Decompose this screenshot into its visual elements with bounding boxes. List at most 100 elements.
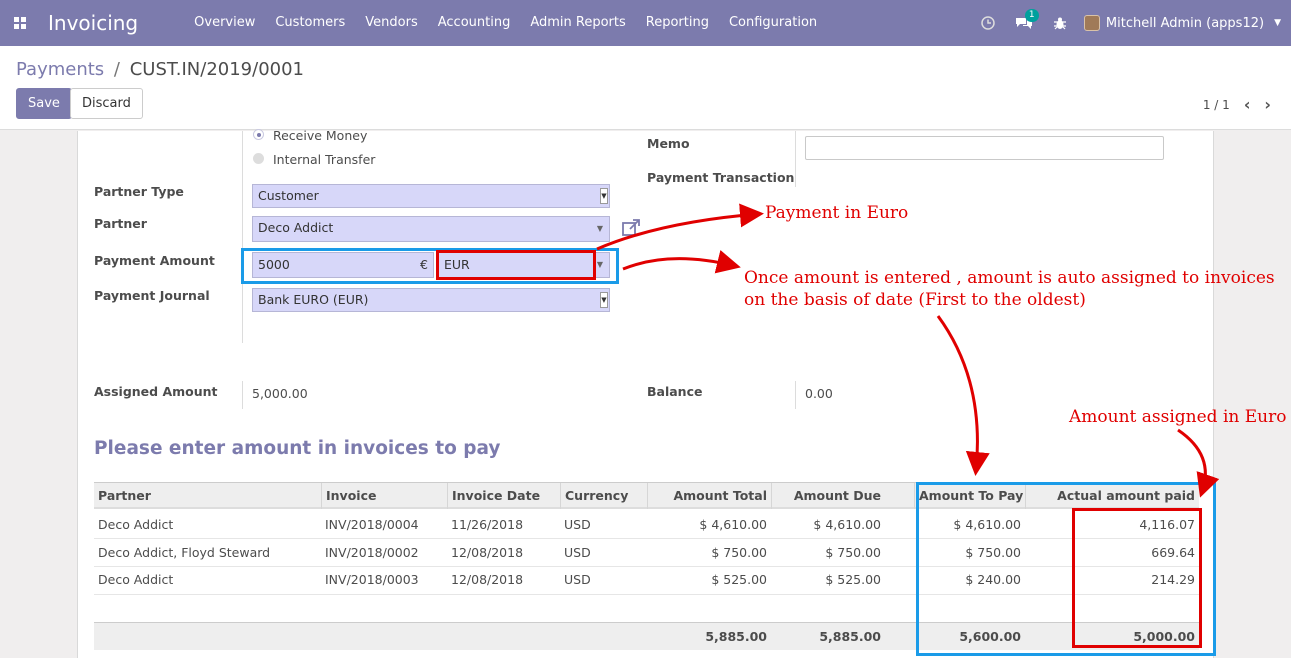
navbar-systray: 1 Mitchell Admin (apps12) ▼ [970, 0, 1291, 46]
annotation-amount-assigned: Amount assigned in Euro [1069, 407, 1287, 427]
pager-value: 1 / 1 [1202, 97, 1230, 112]
payment-transaction-label: Payment Transaction [647, 170, 795, 185]
dropdown-icon: ▼ [600, 292, 608, 308]
currency-select[interactable]: EUR ▼ [438, 252, 610, 278]
radio-internal-label: Internal Transfer [272, 152, 376, 167]
chevron-down-icon: ▼ [596, 224, 603, 233]
messages-icon[interactable]: 1 [1006, 9, 1042, 30]
payment-journal-select[interactable]: Bank EURO (EUR) ▼ [252, 288, 610, 312]
cell-amount-to-pay[interactable]: $ 4,610.00 [914, 511, 1025, 539]
control-panel: Payments / CUST.IN/2019/0001 Save Discar… [0, 46, 1291, 130]
radio-receive-label: Receive Money [272, 128, 368, 143]
radio-unselected-icon [253, 153, 264, 164]
table-row[interactable]: Deco Addict INV/2018/0003 12/08/2018 USD… [94, 567, 1199, 595]
annotation-auto-assign-line1: Once amount is entered , amount is auto … [744, 268, 1275, 288]
assigned-amount-value: 5,000.00 [252, 386, 308, 401]
pager: 1 / 1 ‹ › [1203, 95, 1271, 114]
partner-type-value: Customer [258, 188, 319, 203]
cell-invoice: INV/2018/0002 [325, 545, 419, 560]
menu-reporting[interactable]: Reporting [636, 0, 719, 46]
payment-amount-input[interactable]: 5000 € [252, 252, 434, 278]
annotation-auto-assign-line2: on the basis of date (First to the oldes… [744, 290, 1086, 310]
radio-receive-money[interactable]: Receive Money [253, 128, 367, 143]
currency-value: EUR [444, 257, 470, 272]
partner-select[interactable]: Deco Addict ▼ [252, 216, 610, 242]
table-header: Partner Invoice Invoice Date Currency Am… [94, 482, 1199, 509]
top-navbar: Invoicing Overview Customers Vendors Acc… [0, 0, 1291, 46]
col-partner[interactable]: Partner [94, 483, 321, 509]
menu-configuration[interactable]: Configuration [719, 0, 827, 46]
payment-journal-label: Payment Journal [94, 288, 210, 303]
menu-admin-reports[interactable]: Admin Reports [520, 0, 635, 46]
table-row[interactable]: Deco Addict, Floyd Steward INV/2018/0002… [94, 539, 1199, 567]
total-amount-due: 5,885.00 [819, 629, 881, 644]
memo-input[interactable] [805, 136, 1164, 160]
chevron-left-icon[interactable]: ‹ [1244, 95, 1251, 114]
cell-actual-paid: 214.29 [1151, 572, 1195, 587]
cell-invoice-date: 11/26/2018 [451, 517, 524, 532]
cell-amount-total: $ 4,610.00 [699, 517, 767, 532]
col-actual-amount-paid[interactable]: Actual amount paid [1025, 483, 1199, 509]
cell-amount-due: $ 525.00 [825, 572, 881, 587]
app-brand: Invoicing [48, 11, 139, 35]
cell-amount-to-pay[interactable]: $ 750.00 [914, 539, 1025, 567]
cell-actual-paid: 4,116.07 [1139, 517, 1195, 532]
cell-invoice-date: 12/08/2018 [451, 545, 524, 560]
total-actual-paid: 5,000.00 [1133, 629, 1195, 644]
partner-type-select[interactable]: Customer ▼ [252, 184, 610, 208]
payment-amount-label: Payment Amount [94, 253, 215, 268]
clock-icon[interactable] [970, 16, 1006, 30]
cell-amount-total: $ 750.00 [711, 545, 767, 560]
breadcrumb-separator: / [113, 59, 120, 80]
save-button[interactable]: Save [16, 88, 72, 119]
section-title: Please enter amount in invoices to pay [94, 438, 501, 459]
cell-actual-paid: 669.64 [1151, 545, 1195, 560]
annotation-payment-in-euro: Payment in Euro [765, 203, 909, 223]
payment-amount-value: 5000 [258, 257, 290, 272]
menu-overview[interactable]: Overview [184, 0, 265, 46]
menu-customers[interactable]: Customers [265, 0, 355, 46]
col-invoice-date[interactable]: Invoice Date [447, 483, 560, 509]
currency-symbol: € [420, 257, 428, 272]
cell-currency: USD [564, 517, 591, 532]
cell-invoice-date: 12/08/2018 [451, 572, 524, 587]
user-name: Mitchell Admin (apps12) [1105, 15, 1265, 31]
apps-menu-icon[interactable] [0, 0, 40, 46]
menu-vendors[interactable]: Vendors [355, 0, 427, 46]
menu-accounting[interactable]: Accounting [428, 0, 521, 46]
external-link-icon[interactable] [621, 219, 641, 241]
balance-label: Balance [647, 384, 703, 399]
col-invoice[interactable]: Invoice [321, 483, 447, 509]
chevron-down-icon: ▼ [596, 260, 603, 269]
breadcrumb-current: CUST.IN/2019/0001 [129, 59, 305, 80]
col-currency[interactable]: Currency [560, 483, 647, 509]
breadcrumb: Payments / CUST.IN/2019/0001 [16, 59, 304, 80]
cell-amount-to-pay[interactable]: $ 240.00 [914, 567, 1025, 593]
breadcrumb-payments-link[interactable]: Payments [16, 59, 104, 80]
cell-amount-due: $ 750.00 [825, 545, 881, 560]
main-menu: Overview Customers Vendors Accounting Ad… [184, 0, 827, 46]
caret-down-icon: ▼ [1274, 18, 1281, 28]
radio-selected-icon [253, 129, 264, 140]
cell-amount-due: $ 4,610.00 [813, 517, 881, 532]
radio-internal-transfer[interactable]: Internal Transfer [253, 152, 375, 167]
cell-partner: Deco Addict, Floyd Steward [98, 545, 271, 560]
total-amount-total: 5,885.00 [705, 629, 767, 644]
partner-label: Partner [94, 216, 147, 231]
cell-invoice: INV/2018/0003 [325, 572, 419, 587]
table-row-empty [94, 595, 1199, 622]
chevron-right-icon[interactable]: › [1264, 95, 1271, 114]
cell-partner: Deco Addict [98, 572, 174, 587]
col-amount-total[interactable]: Amount Total [647, 483, 771, 509]
discard-button[interactable]: Discard [70, 88, 143, 119]
col-amount-to-pay[interactable]: Amount To Pay [914, 483, 1025, 509]
bug-icon[interactable] [1042, 17, 1078, 30]
table-row[interactable]: Deco Addict INV/2018/0004 11/26/2018 USD… [94, 511, 1199, 539]
dropdown-icon: ▼ [600, 188, 608, 204]
payment-journal-value: Bank EURO (EUR) [258, 292, 369, 307]
form-sheet: Receive Money Internal Transfer Partner … [77, 128, 1214, 658]
col-amount-due[interactable]: Amount Due [771, 483, 885, 509]
user-menu[interactable]: Mitchell Admin (apps12) ▼ [1078, 15, 1291, 31]
avatar [1083, 15, 1100, 31]
partner-value: Deco Addict [258, 220, 334, 235]
